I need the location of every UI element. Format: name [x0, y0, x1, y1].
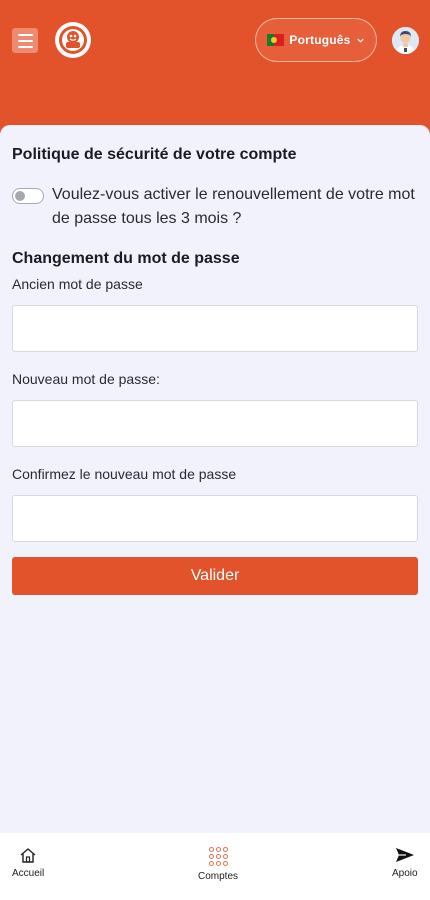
- menu-icon-bar: [17, 39, 33, 42]
- password-renewal-toggle[interactable]: [12, 188, 44, 204]
- nav-label-accounts: Comptes: [198, 871, 239, 882]
- logo-mark-icon: [59, 26, 87, 54]
- confirm-password-label: Confirmez le nouveau mot de passe: [12, 466, 237, 482]
- nav-label-home: Accueil: [12, 868, 45, 879]
- submit-button[interactable]: Valider: [12, 557, 418, 595]
- toggle-knob: [15, 191, 25, 201]
- user-avatar-icon[interactable]: [392, 27, 419, 54]
- nav-item-accounts[interactable]: Comptes: [198, 847, 238, 882]
- password-change-title: Changement du mot de passe: [12, 250, 240, 267]
- grid-icon: [208, 847, 228, 866]
- old-password-label: Ancien mot de passe: [12, 276, 143, 292]
- bottom-nav: Accueil Comptes Apoio: [0, 833, 430, 900]
- security-policy-title: Politique de sécurité de votre compte: [12, 146, 297, 163]
- language-selector[interactable]: Português: [255, 18, 377, 62]
- nav-item-support[interactable]: Apoio: [392, 847, 418, 879]
- menu-icon-bar: [17, 45, 33, 48]
- chevron-down-icon: [356, 38, 364, 43]
- brand-logo-icon[interactable]: [55, 22, 91, 58]
- portugal-flag-icon: [267, 34, 285, 46]
- old-password-field[interactable]: [12, 305, 418, 352]
- security-card: Politique de sécurité de votre compte Vo…: [0, 125, 430, 833]
- menu-button[interactable]: [12, 28, 38, 53]
- nav-label-support: Apoio: [392, 868, 418, 879]
- avatar-image: [392, 27, 419, 54]
- menu-icon-bar: [17, 33, 33, 36]
- confirm-password-field[interactable]: [12, 495, 418, 542]
- send-icon: [395, 848, 414, 862]
- new-password-field[interactable]: [12, 400, 418, 447]
- password-renewal-label: Voulez-vous activer le renouvellement de…: [52, 186, 415, 227]
- nav-item-home[interactable]: Accueil: [12, 847, 44, 879]
- home-icon: [20, 848, 36, 863]
- language-label: Português: [289, 33, 351, 47]
- app-header: Português: [0, 0, 430, 125]
- new-password-label: Nouveau mot de passe:: [12, 371, 160, 387]
